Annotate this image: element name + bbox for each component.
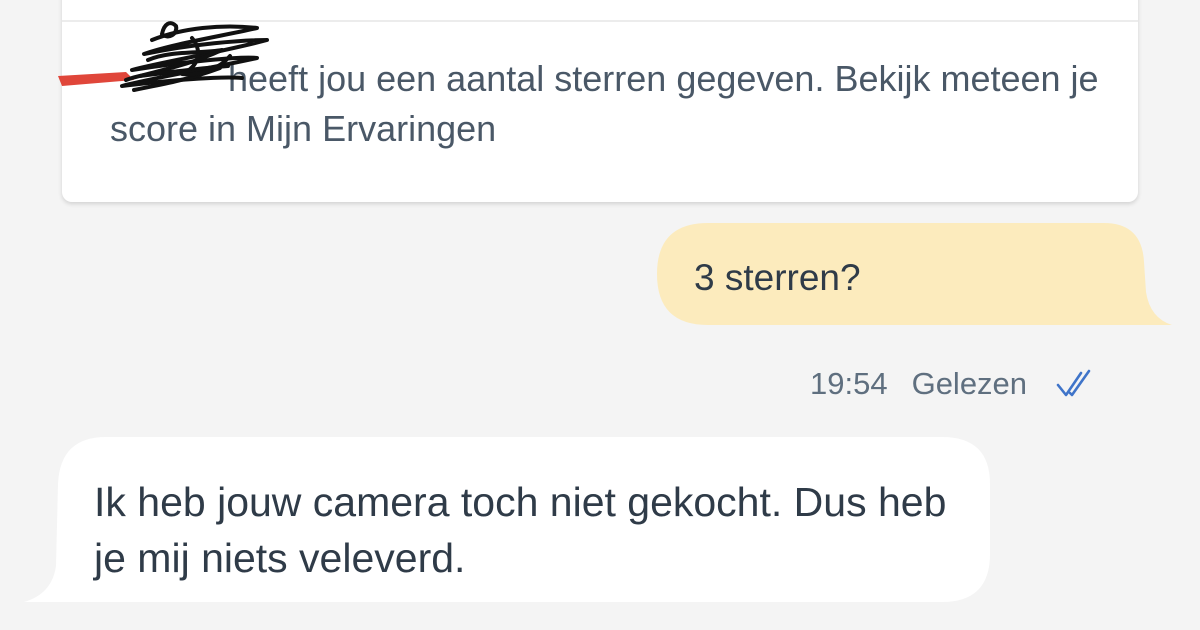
incoming-message-text: Ik heb jouw camera toch niet gekocht. Du… xyxy=(94,479,947,581)
chat-screen: { "notice": { "sender_redacted": "scribb… xyxy=(0,0,1200,630)
read-status: Gelezen xyxy=(911,366,1028,401)
double-check-icon xyxy=(1056,369,1091,397)
incoming-message-bubble[interactable]: Ik heb jouw camera toch niet gekocht. Du… xyxy=(22,436,992,604)
outgoing-message-text: 3 sterren? xyxy=(694,257,861,298)
redaction-scribble xyxy=(58,21,269,92)
message-time: 19:54 xyxy=(810,366,888,401)
message-meta: 19:54 Gelezen xyxy=(810,364,1095,404)
outgoing-message-bubble[interactable]: 3 sterren? xyxy=(656,222,1176,326)
